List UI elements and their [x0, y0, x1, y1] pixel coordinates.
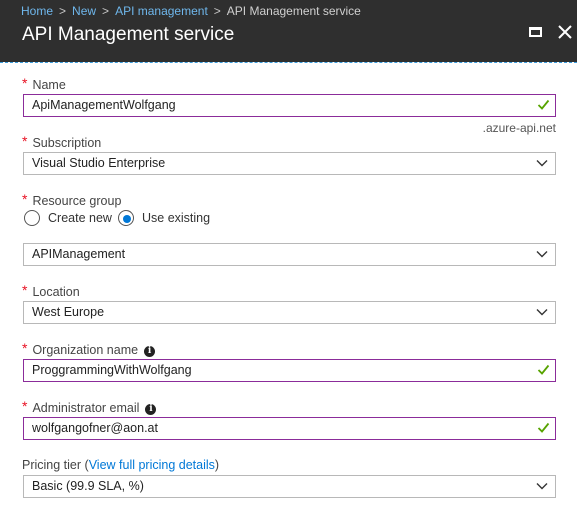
resource-group-value: APIManagement: [32, 247, 126, 261]
administrator-email-value: wolfgangofner@aon.at: [32, 421, 158, 435]
required-marker: *: [22, 398, 28, 414]
checkmark-icon: [537, 364, 550, 375]
resource-group-label: * Resource group: [22, 191, 122, 208]
breadcrumb-api-management[interactable]: API management: [115, 4, 208, 18]
organization-name-value: ProggrammingWithWolfgang: [32, 363, 192, 377]
breadcrumb-separator: >: [213, 4, 221, 18]
page-title: API Management service: [22, 24, 235, 45]
location-value: West Europe: [32, 305, 105, 319]
pricing-tier-label: Pricing tier (View full pricing details): [22, 458, 220, 472]
breadcrumb: Home > New > API management > API Management s…: [21, 4, 361, 18]
chevron-down-icon: [536, 251, 548, 258]
required-marker: *: [22, 340, 28, 356]
close-icon[interactable]: [556, 23, 574, 41]
required-marker: *: [22, 133, 28, 149]
name-value: ApiManagementWolfgang: [32, 98, 176, 112]
chevron-down-icon: [536, 483, 548, 490]
required-marker: *: [22, 191, 28, 207]
name-label: * Name: [22, 75, 66, 92]
info-icon[interactable]: i: [145, 404, 157, 415]
chevron-down-icon: [536, 160, 548, 167]
checkmark-icon: [537, 99, 550, 110]
info-icon[interactable]: i: [144, 346, 156, 357]
chevron-down-icon: [536, 309, 548, 316]
radio-circle-selected[interactable]: [118, 210, 134, 226]
location-dropdown[interactable]: West Europe: [23, 301, 556, 324]
resource-group-dropdown[interactable]: APIManagement: [23, 243, 556, 266]
pricing-tier-value: Basic (99.9 SLA, %): [32, 479, 144, 493]
location-label: * Location: [22, 282, 80, 299]
breadcrumb-home[interactable]: Home: [21, 4, 53, 18]
radio-circle[interactable]: [24, 210, 40, 226]
checkmark-icon: [537, 422, 550, 433]
organization-name-label: * Organization name i: [22, 340, 156, 357]
breadcrumb-separator: >: [59, 4, 67, 18]
maximize-icon[interactable]: [529, 27, 542, 37]
blade-header: Home > New > API management > API Management s…: [0, 0, 577, 62]
breadcrumb-current: API Management service: [226, 4, 361, 18]
view-pricing-link[interactable]: View full pricing details: [89, 458, 215, 472]
name-domain-suffix: .azure-api.net: [482, 121, 556, 135]
subscription-value: Visual Studio Enterprise: [32, 156, 166, 170]
header-divider: [0, 62, 577, 63]
subscription-label: * Subscription: [22, 133, 102, 150]
administrator-email-field[interactable]: wolfgangofner@aon.at: [23, 417, 556, 440]
required-marker: *: [22, 282, 28, 298]
radio-create-new-label: Create new: [48, 211, 112, 225]
radio-selected-dot: [123, 215, 131, 223]
organization-name-field[interactable]: ProggrammingWithWolfgang: [23, 359, 556, 382]
subscription-dropdown[interactable]: Visual Studio Enterprise: [23, 152, 556, 175]
name-field[interactable]: ApiManagementWolfgang: [23, 94, 556, 117]
breadcrumb-new[interactable]: New: [72, 4, 96, 18]
required-marker: *: [22, 75, 28, 91]
breadcrumb-separator: >: [102, 4, 110, 18]
pricing-tier-dropdown[interactable]: Basic (99.9 SLA, %): [23, 475, 556, 498]
radio-use-existing-label: Use existing: [142, 211, 211, 225]
administrator-email-label: * Administrator email i: [22, 398, 157, 415]
